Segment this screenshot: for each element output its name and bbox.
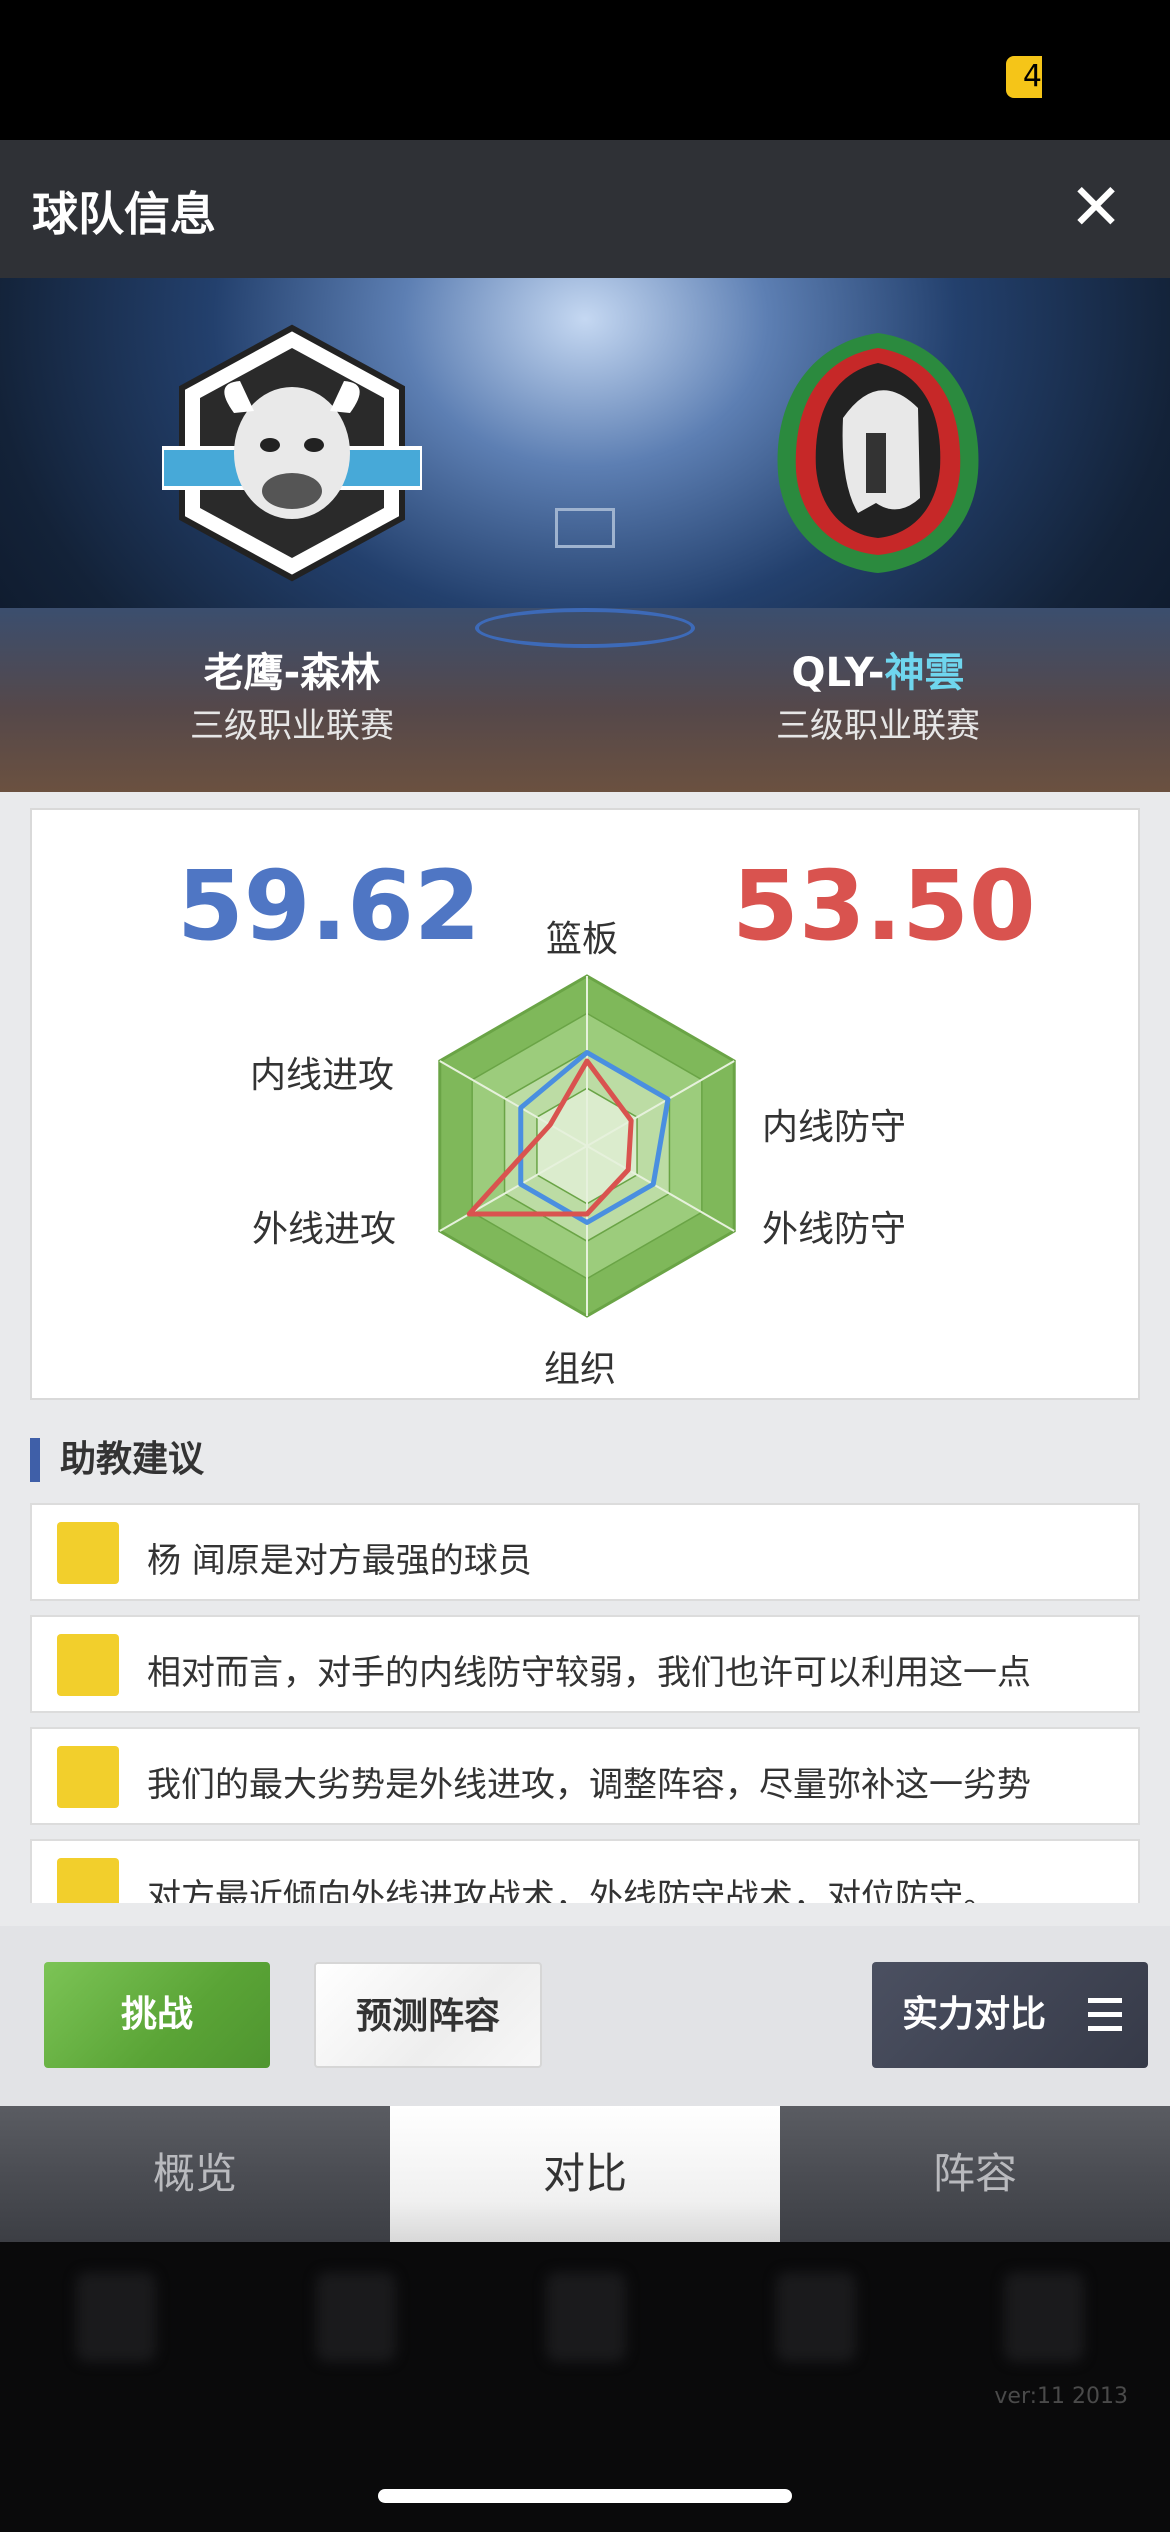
strength-compare-button[interactable]: 实力对比 bbox=[872, 1962, 1148, 2068]
lightbulb-icon bbox=[57, 1858, 119, 1903]
team-banner: 老鹰-森林 三级职业联赛 QLY-神雲 三级职业联赛 bbox=[0, 278, 1170, 792]
tab-overview[interactable]: 概览 bbox=[0, 2106, 390, 2242]
axis-label-playmaking: 组织 bbox=[544, 1349, 617, 1390]
team-left-league: 三级职业联赛 bbox=[190, 706, 394, 746]
blurred-nav-icon bbox=[1004, 2272, 1084, 2362]
action-bar: 挑战 预测阵容 实力对比 bbox=[0, 1926, 1170, 2106]
page-title: 球队信息 bbox=[32, 187, 216, 241]
blurred-nav-icon bbox=[316, 2272, 396, 2362]
menu-icon bbox=[1088, 1998, 1122, 2032]
radar-card: 59.62 53.50 篮板 内线防守 外线防守 组织 外线进攻 内线进攻 bbox=[30, 808, 1140, 1400]
lightbulb-icon bbox=[57, 1746, 119, 1808]
spartan-logo-icon bbox=[777, 333, 979, 573]
axis-label-outside-attack: 外线进攻 bbox=[252, 1209, 397, 1250]
close-button[interactable]: ✕ bbox=[1060, 172, 1132, 244]
lightbulb-icon bbox=[57, 1522, 119, 1584]
home-indicator bbox=[378, 2489, 792, 2503]
court-circle bbox=[475, 608, 695, 648]
axis-label-inside-attack: 内线进攻 bbox=[250, 1055, 395, 1096]
blurred-nav-icon bbox=[776, 2272, 856, 2362]
challenge-button[interactable]: 挑战 bbox=[44, 1962, 270, 2068]
list-item: 我们的最大劣势是外线进攻，调整阵容，尽量弥补这一劣势 bbox=[30, 1727, 1140, 1825]
lightbulb-icon bbox=[57, 1634, 119, 1696]
list-item: 相对而言，对手的内线防守较弱，我们也许可以利用这一点 bbox=[30, 1615, 1140, 1713]
axis-label-rebound: 篮板 bbox=[546, 919, 619, 960]
tip-text: 对方最近倾向外线进攻战术，外线防守战术，对位防守。 bbox=[147, 1877, 997, 1903]
axis-label-outside-defense: 外线防守 bbox=[762, 1209, 907, 1250]
tab-lineup[interactable]: 阵容 bbox=[780, 2106, 1170, 2242]
radar-chart bbox=[438, 974, 736, 1318]
blurred-nav-icon bbox=[546, 2272, 626, 2362]
list-item: 杨 闻原是对方最强的球员 bbox=[30, 1503, 1140, 1601]
dialog-header: 球队信息 ✕ bbox=[0, 140, 1170, 278]
strength-compare-label: 实力对比 bbox=[902, 1994, 1047, 2035]
battery-icon: 4 bbox=[1006, 56, 1042, 98]
axis-label-inside-defense: 内线防守 bbox=[762, 1107, 907, 1148]
blurred-nav-icon bbox=[76, 2272, 156, 2362]
coach-advice-heading: 助教建议 bbox=[30, 1438, 204, 1482]
status-bar: 4 bbox=[0, 0, 1170, 140]
tab-bar: 概览 对比 阵容 bbox=[0, 2106, 1170, 2242]
version-label: ver:11 2013 bbox=[994, 2384, 1128, 2409]
team-right-league: 三级职业联赛 bbox=[776, 706, 980, 746]
team-right-name: QLY-神雲 bbox=[791, 650, 965, 696]
tip-text: 杨 闻原是对方最强的球员 bbox=[147, 1541, 532, 1581]
list-item: 对方最近倾向外线进攻战术，外线防守战术，对位防守。 bbox=[30, 1839, 1140, 1903]
tab-compare[interactable]: 对比 bbox=[390, 2106, 780, 2242]
team-left-name: 老鹰-森林 bbox=[203, 650, 381, 696]
tip-text: 我们的最大劣势是外线进攻，调整阵容，尽量弥补这一劣势 bbox=[147, 1765, 1031, 1805]
tip-text: 相对而言，对手的内线防守较弱，我们也许可以利用这一点 bbox=[147, 1653, 1031, 1693]
basketball-hoop-icon bbox=[555, 508, 615, 548]
bison-logo-icon bbox=[162, 324, 422, 582]
predict-lineup-button[interactable]: 预测阵容 bbox=[314, 1962, 542, 2068]
coach-tips-list[interactable]: 杨 闻原是对方最强的球员 相对而言，对手的内线防守较弱，我们也许可以利用这一点 … bbox=[30, 1503, 1140, 1903]
